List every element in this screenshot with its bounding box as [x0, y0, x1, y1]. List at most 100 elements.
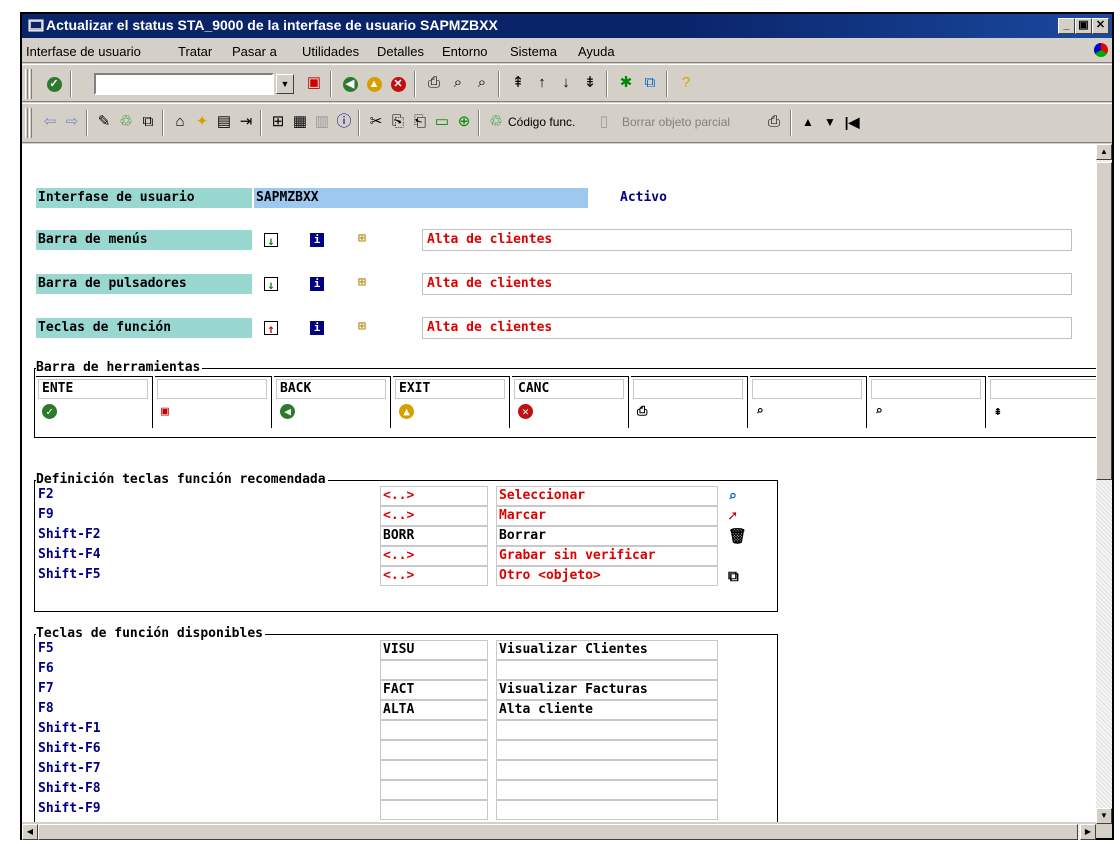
function-text-field[interactable]: Seleccionar: [496, 486, 718, 506]
function-code-field[interactable]: [380, 760, 488, 780]
print-object-icon[interactable]: ⎙: [764, 112, 784, 132]
activate-icon[interactable]: ♲: [116, 112, 136, 132]
first-icon[interactable]: |◀: [842, 112, 862, 132]
menu-tratar[interactable]: Tratar: [178, 44, 212, 59]
function-text-field[interactable]: [496, 740, 718, 760]
arrow-left-icon[interactable]: ⇦: [40, 112, 60, 132]
function-code-field[interactable]: ALTA: [380, 700, 488, 720]
next-page-icon[interactable]: ↓: [556, 73, 576, 93]
close-button[interactable]: ✕: [1092, 18, 1109, 34]
function-text-field[interactable]: Otro <objeto>: [496, 566, 718, 586]
teclas-funcion-field[interactable]: Alta de clientes: [422, 317, 1072, 339]
change-icon[interactable]: ↓: [264, 233, 278, 248]
toolbar-slot-code[interactable]: [157, 379, 267, 399]
info-icon[interactable]: i: [310, 321, 324, 335]
function-text-field[interactable]: Alta cliente: [496, 700, 718, 720]
save-icon[interactable]: ▣: [304, 73, 324, 93]
help-icon[interactable]: ?: [676, 73, 696, 93]
function-code-field[interactable]: FACT: [380, 680, 488, 700]
maximize-button[interactable]: ▣: [1075, 18, 1092, 34]
function-code-field[interactable]: [380, 780, 488, 800]
document-icon[interactable]: ▯: [594, 112, 614, 132]
mark-icon[interactable]: ➚: [728, 507, 737, 525]
function-text-field[interactable]: Grabar sin verificar: [496, 546, 718, 566]
cancel-icon[interactable]: ✕: [388, 73, 408, 93]
change-icon[interactable]: ↑: [264, 321, 278, 336]
find-icon[interactable]: ⌕: [756, 404, 764, 419]
paste-icon[interactable]: ⎗: [410, 112, 430, 132]
print-icon[interactable]: ⎙: [424, 73, 444, 93]
function-text-field[interactable]: [496, 780, 718, 800]
columns-icon[interactable]: ▥: [312, 112, 332, 132]
where-used-icon[interactable]: ⌂: [170, 112, 190, 132]
navigate-icon[interactable]: ⇥: [236, 112, 256, 132]
other-object-icon[interactable]: ⧉: [138, 112, 158, 132]
scroll-up-arrow-icon[interactable]: ▲: [1096, 144, 1112, 160]
vertical-scroll-thumb[interactable]: [1096, 162, 1112, 480]
hierarchy-icon[interactable]: ⊞: [358, 275, 366, 290]
function-code-field[interactable]: VISU: [380, 640, 488, 660]
info-icon[interactable]: ⓘ: [334, 112, 354, 132]
scroll-down-arrow-icon[interactable]: ▼: [1096, 808, 1112, 824]
insert-row-icon[interactable]: ▭: [432, 112, 452, 132]
change-icon[interactable]: ↓: [264, 277, 278, 292]
command-field[interactable]: [94, 73, 274, 95]
new-session-icon[interactable]: ✱: [616, 73, 636, 93]
function-text-field[interactable]: [496, 760, 718, 780]
toolbar-slot-code[interactable]: EXIT: [395, 379, 505, 399]
scroll-right-arrow-icon[interactable]: ▶: [1080, 824, 1096, 840]
find-next-icon[interactable]: ⌕: [875, 404, 883, 419]
previous-page-icon[interactable]: ↑: [532, 73, 552, 93]
hierarchy-icon[interactable]: ⊞: [358, 231, 366, 246]
scroll-left-arrow-icon[interactable]: ◀: [22, 824, 38, 840]
toolbar-slot-code[interactable]: [871, 379, 981, 399]
hierarchy-icon[interactable]: ⊞: [268, 112, 288, 132]
toolbar-slot-code[interactable]: ENTE: [38, 379, 148, 399]
find-next-icon[interactable]: ⌕: [472, 73, 492, 93]
menu-ayuda[interactable]: Ayuda: [578, 44, 615, 59]
vertical-scrollbar[interactable]: ▲ ▼: [1096, 144, 1112, 824]
back-icon[interactable]: ◀: [340, 73, 360, 93]
trash-icon[interactable]: 🗑: [728, 527, 747, 545]
toolbar-slot-code[interactable]: CANC: [514, 379, 624, 399]
barra-menus-field[interactable]: Alta de clientes: [422, 229, 1072, 251]
function-text-field[interactable]: Visualizar Clientes: [496, 640, 718, 660]
function-code-field[interactable]: <..>: [380, 566, 488, 586]
other-object-icon[interactable]: ⧉: [728, 567, 739, 585]
toolbar-grip[interactable]: [25, 108, 28, 138]
menu-utilidades[interactable]: Utilidades: [302, 44, 359, 59]
copy-icon[interactable]: ⎘: [388, 112, 408, 132]
menu-entorno[interactable]: Entorno: [442, 44, 488, 59]
function-code-field[interactable]: BORR: [380, 526, 488, 546]
first-page-icon[interactable]: ⇞: [508, 73, 528, 93]
scroll-down-icon[interactable]: ▼: [820, 112, 840, 132]
borrar-objeto-parcial-button[interactable]: Borrar objeto parcial: [622, 115, 730, 129]
function-code-field[interactable]: [380, 800, 488, 820]
horizontal-scrollbar[interactable]: ◀ ▶: [22, 824, 1096, 840]
function-text-field[interactable]: [496, 720, 718, 740]
toolbar-slot-code[interactable]: BACK: [276, 379, 386, 399]
function-code-field[interactable]: <..>: [380, 486, 488, 506]
select-icon[interactable]: ⌕: [728, 487, 737, 505]
save-icon[interactable]: ▣: [161, 404, 169, 419]
function-code-field[interactable]: <..>: [380, 546, 488, 566]
menu-sistema[interactable]: Sistema: [510, 44, 557, 59]
barra-pulsadores-field[interactable]: Alta de clientes: [422, 273, 1072, 295]
shortcut-icon[interactable]: ⧉: [640, 73, 660, 93]
info-icon[interactable]: i: [310, 277, 324, 291]
minimize-button[interactable]: _: [1058, 18, 1075, 34]
function-code-icon[interactable]: ♲: [486, 112, 506, 132]
function-text-field[interactable]: Marcar: [496, 506, 718, 526]
menu-pasar-a[interactable]: Pasar a: [232, 44, 277, 59]
function-code-field[interactable]: [380, 720, 488, 740]
hierarchy-icon[interactable]: ⊞: [358, 319, 366, 334]
function-code-field[interactable]: <..>: [380, 506, 488, 526]
structure-icon[interactable]: ▦: [290, 112, 310, 132]
exit-icon[interactable]: ▲: [364, 73, 384, 93]
function-text-field[interactable]: Visualizar Facturas: [496, 680, 718, 700]
append-row-icon[interactable]: ⊕: [454, 112, 474, 132]
function-code-field[interactable]: [380, 660, 488, 680]
first-page-icon[interactable]: ⇞: [994, 404, 1002, 419]
function-code-field[interactable]: [380, 740, 488, 760]
toolbar-grip[interactable]: [25, 69, 28, 99]
